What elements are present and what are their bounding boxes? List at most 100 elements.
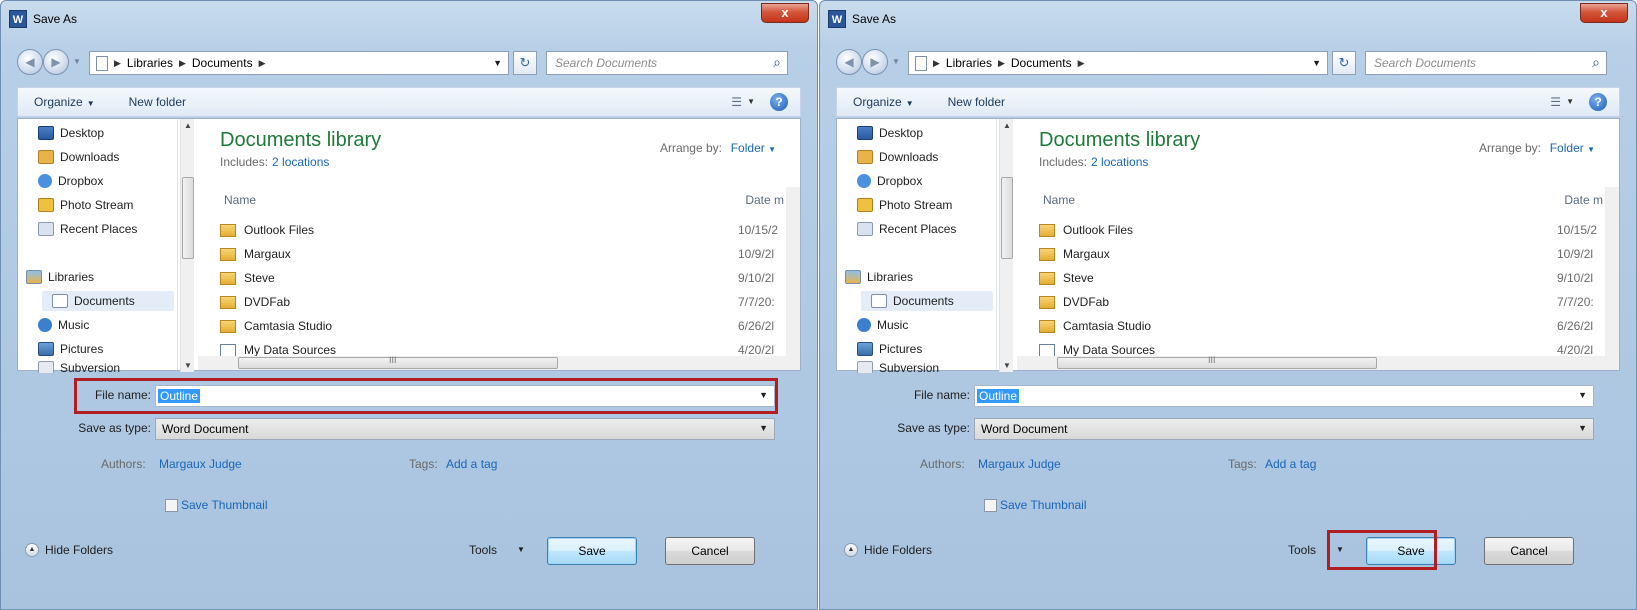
chevron-down-icon[interactable]: ▼ xyxy=(759,390,768,400)
views-icon[interactable]: ☰ xyxy=(731,95,742,109)
chevron-right-icon[interactable]: ▶ xyxy=(114,58,121,69)
close-button[interactable]: x xyxy=(1580,3,1628,23)
list-item[interactable]: DVDFab 7/7/20: xyxy=(1039,291,1603,313)
chevron-right-icon[interactable]: ▶ xyxy=(998,58,1005,69)
horizontal-scrollbar[interactable]: III xyxy=(198,355,800,370)
authors-field[interactable]: Margaux Judge xyxy=(159,457,242,471)
chevron-down-icon[interactable]: ▼ xyxy=(1578,423,1587,433)
nav-item-pictures[interactable]: Pictures xyxy=(857,339,922,359)
chevron-down-icon[interactable]: ▼ xyxy=(1578,390,1587,400)
nav-item-photo-stream[interactable]: Photo Stream xyxy=(38,195,133,215)
list-item[interactable]: Outlook Files 10/15/2 xyxy=(1039,219,1603,241)
file-list-scrollbar[interactable] xyxy=(786,187,800,357)
scroll-up-icon[interactable]: ▲ xyxy=(1003,121,1011,130)
nav-item-recent-places[interactable]: Recent Places xyxy=(38,219,137,239)
help-icon[interactable]: ? xyxy=(770,93,788,111)
column-header-date[interactable]: Date m xyxy=(1564,193,1603,207)
includes-link[interactable]: 2 locations xyxy=(1091,155,1148,169)
views-icon[interactable]: ☰ xyxy=(1550,95,1561,109)
back-button[interactable]: ◀ xyxy=(17,49,43,75)
address-bar[interactable]: ▶ Libraries ▶ Documents ▶ ▼ xyxy=(908,51,1328,75)
tags-field[interactable]: Add a tag xyxy=(446,457,497,471)
file-list-scrollbar[interactable] xyxy=(1605,187,1619,357)
nav-item-recent-places[interactable]: Recent Places xyxy=(857,219,956,239)
save-thumbnail-label[interactable]: Save Thumbnail xyxy=(181,498,268,512)
help-icon[interactable]: ? xyxy=(1589,93,1607,111)
recent-pages-chevron-icon[interactable]: ▼ xyxy=(892,57,900,66)
save-as-type-select[interactable]: Word Document ▼ xyxy=(974,418,1594,440)
scroll-thumb[interactable]: III xyxy=(238,355,558,369)
list-item[interactable]: Outlook Files 10/15/2 xyxy=(220,219,784,241)
breadcrumb-libraries[interactable]: Libraries xyxy=(946,56,992,70)
save-thumbnail-checkbox[interactable] xyxy=(984,499,997,512)
scroll-thumb[interactable]: III xyxy=(1057,355,1377,369)
save-button[interactable]: Save xyxy=(547,537,637,565)
refresh-button[interactable]: ↻ xyxy=(1332,51,1356,75)
forward-button[interactable]: ▶ xyxy=(43,49,69,75)
nav-item-documents[interactable]: Documents xyxy=(42,291,174,311)
search-input[interactable]: Search Documents ⌕ xyxy=(546,51,788,75)
nav-item-photo-stream[interactable]: Photo Stream xyxy=(857,195,952,215)
horizontal-scrollbar[interactable]: III xyxy=(1017,355,1619,370)
file-name-input[interactable]: Outline ▼ xyxy=(974,385,1594,407)
list-item[interactable]: Steve 9/10/2l xyxy=(220,267,784,289)
breadcrumb-documents[interactable]: Documents xyxy=(192,56,253,70)
chevron-right-icon[interactable]: ▶ xyxy=(259,58,266,69)
nav-item-music[interactable]: Music xyxy=(38,315,89,335)
nav-item-libraries[interactable]: Libraries xyxy=(26,267,94,287)
organize-menu[interactable]: Organize ▼ xyxy=(853,95,914,109)
tools-menu[interactable]: Tools xyxy=(469,543,497,557)
new-folder-button[interactable]: New folder xyxy=(129,95,186,109)
save-as-type-select[interactable]: Word Document ▼ xyxy=(155,418,775,440)
forward-button[interactable]: ▶ xyxy=(862,49,888,75)
nav-item-documents[interactable]: Documents xyxy=(861,291,993,311)
search-input[interactable]: Search Documents ⌕ xyxy=(1365,51,1607,75)
recent-pages-chevron-icon[interactable]: ▼ xyxy=(73,57,81,66)
cancel-button[interactable]: Cancel xyxy=(1484,537,1574,565)
nav-item-desktop[interactable]: Desktop xyxy=(857,123,923,143)
breadcrumb-documents[interactable]: Documents xyxy=(1011,56,1072,70)
scroll-thumb[interactable] xyxy=(1001,177,1013,259)
search-icon[interactable]: ⌕ xyxy=(1592,54,1600,71)
chevron-down-icon[interactable]: ▼ xyxy=(517,545,525,554)
chevron-right-icon[interactable]: ▶ xyxy=(933,58,940,69)
column-header-date[interactable]: Date m xyxy=(745,193,784,207)
organize-menu[interactable]: Organize ▼ xyxy=(34,95,95,109)
address-dropdown-icon[interactable]: ▼ xyxy=(493,58,502,68)
chevron-down-icon[interactable]: ▼ xyxy=(759,423,768,433)
hide-folders-button[interactable]: ▲ Hide Folders xyxy=(844,543,932,557)
arrange-by-dropdown[interactable]: Folder ▼ xyxy=(731,141,776,155)
nav-item-music[interactable]: Music xyxy=(857,315,908,335)
chevron-right-icon[interactable]: ▶ xyxy=(179,58,186,69)
scroll-up-icon[interactable]: ▲ xyxy=(184,121,192,130)
cancel-button[interactable]: Cancel xyxy=(665,537,755,565)
nav-item-dropbox[interactable]: Dropbox xyxy=(38,171,103,191)
tags-field[interactable]: Add a tag xyxy=(1265,457,1316,471)
nav-item-downloads[interactable]: Downloads xyxy=(38,147,119,167)
list-item[interactable]: Margaux 10/9/2l xyxy=(1039,243,1603,265)
tools-menu[interactable]: Tools xyxy=(1288,543,1316,557)
column-header-name[interactable]: Name xyxy=(1043,193,1075,207)
list-item[interactable]: Camtasia Studio 6/26/2l xyxy=(220,315,784,337)
list-item[interactable]: Steve 9/10/2l xyxy=(1039,267,1603,289)
list-item[interactable]: Camtasia Studio 6/26/2l xyxy=(1039,315,1603,337)
nav-item-pictures[interactable]: Pictures xyxy=(38,339,103,359)
column-header-name[interactable]: Name xyxy=(224,193,256,207)
list-item[interactable]: Margaux 10/9/2l xyxy=(220,243,784,265)
nav-item-downloads[interactable]: Downloads xyxy=(857,147,938,167)
breadcrumb-libraries[interactable]: Libraries xyxy=(127,56,173,70)
save-button[interactable]: Save xyxy=(1366,537,1456,565)
close-button[interactable]: x xyxy=(761,3,809,23)
nav-scrollbar[interactable]: ▲ ▼ xyxy=(999,119,1013,372)
new-folder-button[interactable]: New folder xyxy=(948,95,1005,109)
address-dropdown-icon[interactable]: ▼ xyxy=(1312,58,1321,68)
list-item[interactable]: DVDFab 7/7/20: xyxy=(220,291,784,313)
search-icon[interactable]: ⌕ xyxy=(773,54,781,71)
nav-item-dropbox[interactable]: Dropbox xyxy=(857,171,922,191)
file-name-input[interactable]: Outline ▼ xyxy=(155,385,775,407)
hide-folders-button[interactable]: ▲ Hide Folders xyxy=(25,543,113,557)
chevron-down-icon[interactable]: ▼ xyxy=(1566,97,1574,106)
includes-link[interactable]: 2 locations xyxy=(272,155,329,169)
back-button[interactable]: ◀ xyxy=(836,49,862,75)
scroll-thumb[interactable] xyxy=(182,177,194,259)
